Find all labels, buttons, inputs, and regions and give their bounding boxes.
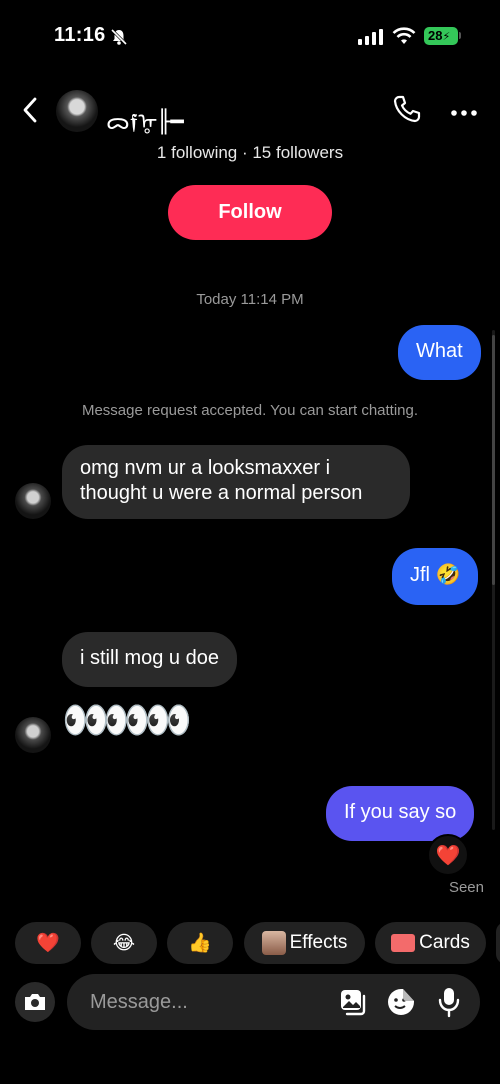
sender-avatar[interactable] [15,483,51,519]
message-bubble-outgoing[interactable]: If you say so [326,786,475,841]
cards-button[interactable]: Cards [375,922,486,964]
phone-icon [393,95,421,123]
quick-reaction-overflow[interactable] [496,922,500,964]
back-button[interactable] [16,94,44,126]
effects-thumbnail-icon [261,931,286,955]
cards-label: Cards [419,932,470,953]
scrollbar-thumb[interactable] [492,335,495,585]
message-input[interactable] [90,988,330,1016]
contact-name[interactable]: ᯅ𝖋ᡎ╟━ [106,98,184,136]
sender-avatar[interactable] [15,717,51,753]
microphone-icon [438,988,460,1018]
camera-icon [25,994,45,1010]
effects-button[interactable]: Effects [244,922,365,964]
cellular-signal-icon [358,29,384,50]
message-bubble-outgoing[interactable]: Jfl 🤣 [392,548,479,605]
more-dots-icon [451,110,477,116]
message-bubble-incoming[interactable]: omg nvm ur a looksmaxxer i thought u wer… [62,445,410,519]
contact-avatar[interactable] [56,90,98,132]
message-bubble-outgoing[interactable]: What [398,325,481,380]
status-time: 11:16 [54,24,106,46]
battery-tip [459,32,461,39]
follow-button[interactable]: Follow [168,185,332,240]
sticker-face-icon [388,989,414,1015]
battery-level: 28 [428,28,443,43]
camera-button[interactable] [15,982,55,1022]
gallery-button[interactable] [338,987,368,1022]
effects-label: Effects [289,932,348,953]
seen-status: Seen [448,879,484,896]
cards-thumbnail-icon [391,934,416,952]
message-bubble-incoming[interactable]: i still mog u doe [62,632,237,687]
system-message: Message request accepted. You can start … [81,402,419,419]
follow-stats: 1 following · 15 followers [156,143,344,162]
battery-indicator: 28⚡ [424,27,458,45]
bell-muted-icon [110,28,128,51]
more-options-button[interactable] [450,104,478,122]
wifi-icon [392,26,416,51]
image-gallery-icon [341,990,366,1016]
emoji-message[interactable]: 👀👀👀 [62,698,192,744]
quick-reaction-laugh[interactable]: 😂 [91,922,157,964]
call-button[interactable] [392,94,422,129]
heart-reaction[interactable]: ❤️ [427,834,469,876]
chat-timestamp: Today 11:14 PM [196,291,304,308]
chevron-left-icon [23,97,37,123]
sticker-button[interactable] [386,987,416,1022]
quick-reaction-heart[interactable]: ❤️ [15,922,81,964]
quick-reaction-thumbs-up[interactable]: 👍 [167,922,233,964]
microphone-button[interactable] [436,986,462,1023]
